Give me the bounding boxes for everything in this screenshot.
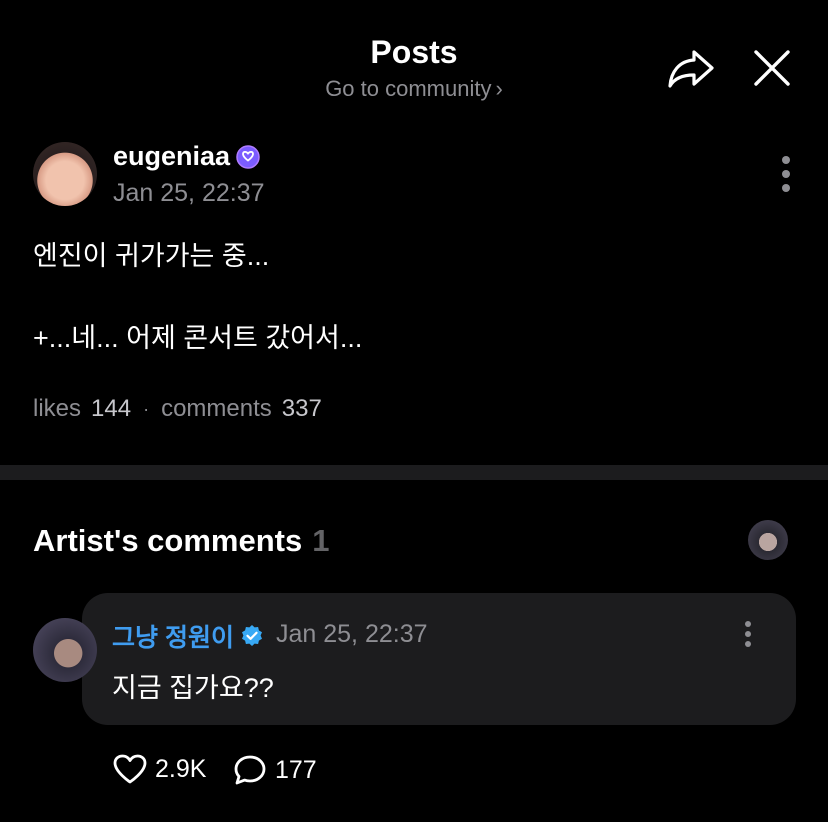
comments-count[interactable]: 337 [282,395,322,423]
comment-bubble [82,593,796,725]
share-icon [668,50,714,88]
comment-author-name: 그냥 정원이 [112,624,234,652]
comment-like-button[interactable]: 2.9K [113,754,206,784]
post-author[interactable]: eugeniaa [113,141,260,172]
heart-icon [113,754,147,784]
share-button[interactable] [666,46,716,92]
comment-like-count: 2.9K [155,754,207,783]
post-body: 엔진이 귀가가는 중... +...네... 어제 콘서트 갔어서... [33,241,363,353]
comment-author[interactable]: 그냥 정원이 [112,618,264,654]
comment-reply-button[interactable]: 177 [233,754,317,786]
post-stats: likes 144 · comments 337 [33,395,322,423]
post-timestamp: Jan 25, 22:37 [113,179,265,207]
post-author-avatar[interactable] [33,142,97,206]
community-link-label: Go to community [325,76,492,101]
more-vertical-icon [782,156,790,192]
close-button[interactable] [750,46,794,90]
comment-more-button[interactable] [738,620,758,650]
likes-count: 144 [91,395,132,422]
artist-comments-heading: Artist's comments 1 [33,523,329,559]
artist-avatar-small[interactable] [748,520,788,560]
post-author-name: eugeniaa [113,141,231,171]
close-icon [754,50,790,86]
artist-comments-count: 1 [312,523,330,558]
comments-label[interactable]: comments [161,395,272,423]
post-more-button[interactable] [774,154,798,194]
likes-label: likes [33,395,82,422]
verified-blue-icon [241,625,262,646]
stats-separator: · [143,398,150,419]
comment-text: 지금 집가요?? [112,673,274,703]
section-divider [0,465,828,480]
comment-reply-count: 177 [275,755,317,784]
chevron-right-icon: › [495,76,503,101]
comment-bubble-icon [234,755,266,785]
artist-comments-title: Artist's comments [33,523,303,558]
artist-avatar[interactable] [33,618,97,682]
verified-purple-icon [236,144,260,169]
comment-timestamp: Jan 25, 22:37 [276,620,428,648]
more-vertical-icon [745,621,751,647]
